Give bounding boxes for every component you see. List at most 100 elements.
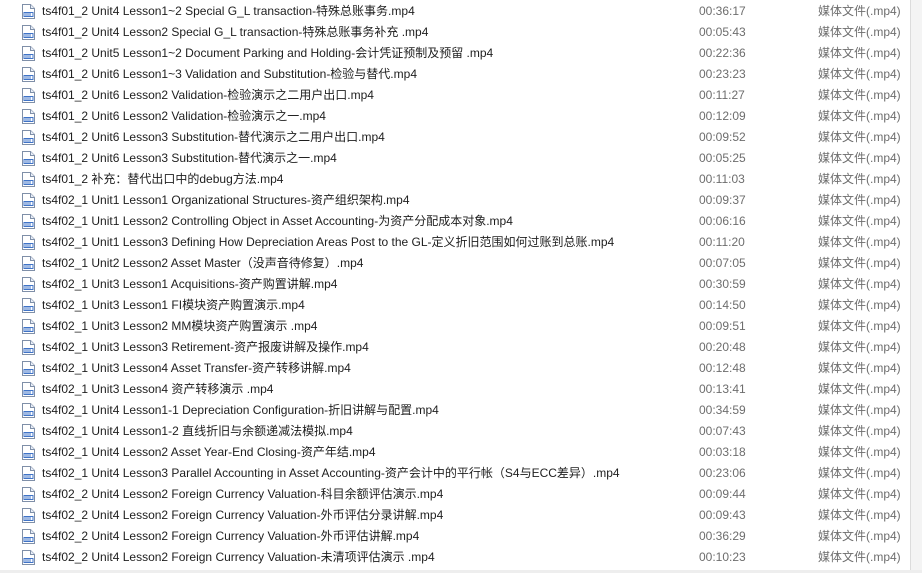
file-duration: 00:09:44 [699, 487, 746, 501]
file-row[interactable]: ts4f02_1 Unit3 Lesson1 Acquisitions-资产购置… [0, 274, 910, 295]
file-type: 媒体文件(.mp4) [818, 445, 901, 459]
file-row[interactable]: ts4f02_1 Unit3 Lesson4 资产转移演示 .mp4 00:13:… [0, 379, 910, 400]
file-row[interactable]: ts4f01_2 Unit6 Lesson1~3 Validation and … [0, 64, 910, 85]
video-file-icon [22, 424, 35, 439]
file-row[interactable]: ts4f01_2 Unit5 Lesson1~2 Document Parkin… [0, 43, 910, 64]
file-duration: 00:09:51 [699, 319, 746, 333]
video-file-icon [22, 340, 35, 355]
video-file-icon [22, 487, 35, 502]
file-duration: 00:34:59 [699, 403, 746, 417]
file-name[interactable]: ts4f02_1 Unit4 Lesson1-1 Depreciation Co… [42, 400, 682, 421]
file-row[interactable]: ts4f02_2 Unit4 Lesson2 Foreign Currency … [0, 484, 910, 505]
file-type: 媒体文件(.mp4) [818, 277, 901, 291]
file-row[interactable]: ts4f02_1 Unit1 Lesson1 Organizational St… [0, 190, 910, 211]
video-file-icon [22, 193, 35, 208]
video-file-icon [22, 172, 35, 187]
file-name[interactable]: ts4f02_1 Unit4 Lesson2 Asset Year-End Cl… [42, 442, 682, 463]
video-file-icon [22, 529, 35, 544]
file-row[interactable]: ts4f02_1 Unit3 Lesson1 FI模块资产购置演示.mp4 00:… [0, 295, 910, 316]
file-type: 媒体文件(.mp4) [818, 508, 901, 522]
file-row[interactable]: ts4f02_2 Unit4 Lesson2 Foreign Currency … [0, 547, 910, 568]
file-name[interactable]: ts4f02_1 Unit4 Lesson3 Parallel Accounti… [42, 463, 682, 484]
file-name[interactable]: ts4f01_2 Unit6 Lesson3 Substitution-替代演示… [42, 148, 682, 169]
file-name[interactable]: ts4f01_2 Unit6 Lesson2 Validation-检验演示之二… [42, 85, 682, 106]
file-type: 媒体文件(.mp4) [818, 361, 901, 375]
file-name[interactable]: ts4f01_2 Unit6 Lesson1~3 Validation and … [42, 64, 682, 85]
video-file-icon [22, 445, 35, 460]
file-duration: 00:09:52 [699, 130, 746, 144]
file-duration: 00:12:48 [699, 361, 746, 375]
file-name[interactable]: ts4f02_1 Unit1 Lesson1 Organizational St… [42, 190, 682, 211]
file-duration: 00:09:43 [699, 508, 746, 522]
file-row[interactable]: ts4f02_1 Unit4 Lesson1-1 Depreciation Co… [0, 400, 910, 421]
file-name[interactable]: ts4f02_1 Unit3 Lesson4 Asset Transfer-资产… [42, 358, 682, 379]
file-row[interactable]: ts4f02_1 Unit1 Lesson3 Defining How Depr… [0, 232, 910, 253]
file-row[interactable]: ts4f02_1 Unit1 Lesson2 Controlling Objec… [0, 211, 910, 232]
file-name[interactable]: ts4f02_2 Unit4 Lesson2 Foreign Currency … [42, 484, 682, 505]
file-duration: 00:13:41 [699, 382, 746, 396]
file-type: 媒体文件(.mp4) [818, 4, 901, 18]
file-type: 媒体文件(.mp4) [818, 466, 901, 480]
file-row[interactable]: ts4f02_1 Unit3 Lesson4 Asset Transfer-资产… [0, 358, 910, 379]
file-name[interactable]: ts4f01_2 Unit4 Lesson2 Special G_L trans… [42, 22, 682, 43]
file-name[interactable]: ts4f02_1 Unit3 Lesson1 Acquisitions-资产购置… [42, 274, 682, 295]
file-duration: 00:07:05 [699, 256, 746, 270]
file-name[interactable]: ts4f01_2 Unit6 Lesson3 Substitution-替代演示… [42, 127, 682, 148]
file-duration: 00:05:43 [699, 25, 746, 39]
file-name[interactable]: ts4f02_1 Unit3 Lesson2 MM模块资产购置演示 .mp4 [42, 316, 682, 337]
video-file-icon [22, 4, 35, 19]
file-row[interactable]: ts4f02_1 Unit3 Lesson3 Retirement-资产报废讲解… [0, 337, 910, 358]
file-name[interactable]: ts4f01_2 Unit5 Lesson1~2 Document Parkin… [42, 43, 682, 64]
file-name[interactable]: ts4f02_2 Unit4 Lesson2 Foreign Currency … [42, 505, 682, 526]
file-row[interactable]: ts4f01_2 Unit6 Lesson2 Validation-检验演示之二… [0, 85, 910, 106]
file-name[interactable]: ts4f02_2 Unit4 Lesson2 Foreign Currency … [42, 547, 682, 568]
file-name[interactable]: ts4f02_1 Unit3 Lesson3 Retirement-资产报废讲解… [42, 337, 682, 358]
video-file-icon [22, 382, 35, 397]
file-name[interactable]: ts4f02_2 Unit4 Lesson2 Foreign Currency … [42, 526, 682, 547]
file-list: ts4f01_2 Unit4 Lesson1~2 Special G_L tra… [0, 0, 911, 573]
file-duration: 00:09:37 [699, 193, 746, 207]
file-type: 媒体文件(.mp4) [818, 109, 901, 123]
file-row[interactable]: ts4f01_2 Unit6 Lesson3 Substitution-替代演示… [0, 148, 910, 169]
file-row[interactable]: ts4f01_2 Unit6 Lesson3 Substitution-替代演示… [0, 127, 910, 148]
file-row[interactable]: ts4f02_2 Unit4 Lesson2 Foreign Currency … [0, 505, 910, 526]
file-row[interactable]: ts4f02_1 Unit4 Lesson3 Parallel Accounti… [0, 463, 910, 484]
file-name[interactable]: ts4f02_1 Unit2 Lesson2 Asset Master（没声音待… [42, 253, 682, 274]
file-duration: 00:11:27 [699, 88, 745, 102]
file-duration: 00:23:06 [699, 466, 746, 480]
file-type: 媒体文件(.mp4) [818, 487, 901, 501]
file-row[interactable]: ts4f01_2 Unit4 Lesson1~2 Special G_L tra… [0, 1, 910, 22]
file-type: 媒体文件(.mp4) [818, 25, 901, 39]
file-row[interactable]: ts4f02_1 Unit2 Lesson2 Asset Master（没声音待… [0, 253, 910, 274]
file-type: 媒体文件(.mp4) [818, 424, 901, 438]
file-duration: 00:11:03 [699, 172, 745, 186]
file-row[interactable]: ts4f02_1 Unit4 Lesson1-2 直线折旧与余额递减法模拟.mp… [0, 421, 910, 442]
file-duration: 00:06:16 [699, 214, 746, 228]
file-duration: 00:36:29 [699, 529, 746, 543]
file-row[interactable]: ts4f01_2 补充：替代出口中的debug方法.mp4 00:11:03 媒体文… [0, 169, 910, 190]
file-type: 媒体文件(.mp4) [818, 529, 901, 543]
file-name[interactable]: ts4f02_1 Unit1 Lesson2 Controlling Objec… [42, 211, 682, 232]
file-duration: 00:14:50 [699, 298, 746, 312]
file-name[interactable]: ts4f01_2 Unit6 Lesson2 Validation-检验演示之一… [42, 106, 682, 127]
file-name[interactable]: ts4f02_1 Unit4 Lesson1-2 直线折旧与余额递减法模拟.mp… [42, 421, 682, 442]
file-type: 媒体文件(.mp4) [818, 88, 901, 102]
file-row[interactable]: ts4f01_2 Unit6 Lesson2 Validation-检验演示之一… [0, 106, 910, 127]
file-name[interactable]: ts4f01_2 补充：替代出口中的debug方法.mp4 [42, 169, 682, 190]
file-row[interactable]: ts4f02_1 Unit4 Lesson2 Asset Year-End Cl… [0, 442, 910, 463]
file-name[interactable]: ts4f02_1 Unit3 Lesson1 FI模块资产购置演示.mp4 [42, 295, 682, 316]
file-type: 媒体文件(.mp4) [818, 256, 901, 270]
file-name[interactable]: ts4f02_1 Unit3 Lesson4 资产转移演示 .mp4 [42, 379, 682, 400]
file-name[interactable]: ts4f01_2 Unit4 Lesson1~2 Special G_L tra… [42, 1, 682, 22]
video-file-icon [22, 88, 35, 103]
file-row[interactable]: ts4f02_1 Unit3 Lesson2 MM模块资产购置演示 .mp4 00… [0, 316, 910, 337]
file-type: 媒体文件(.mp4) [818, 46, 901, 60]
file-duration: 00:10:23 [699, 550, 746, 564]
file-type: 媒体文件(.mp4) [818, 319, 901, 333]
file-duration: 00:23:23 [699, 67, 746, 81]
file-row[interactable]: ts4f02_2 Unit4 Lesson2 Foreign Currency … [0, 526, 910, 547]
file-type: 媒体文件(.mp4) [818, 67, 901, 81]
video-file-icon [22, 109, 35, 124]
file-row[interactable]: ts4f01_2 Unit4 Lesson2 Special G_L trans… [0, 22, 910, 43]
file-name[interactable]: ts4f02_1 Unit1 Lesson3 Defining How Depr… [42, 232, 682, 253]
